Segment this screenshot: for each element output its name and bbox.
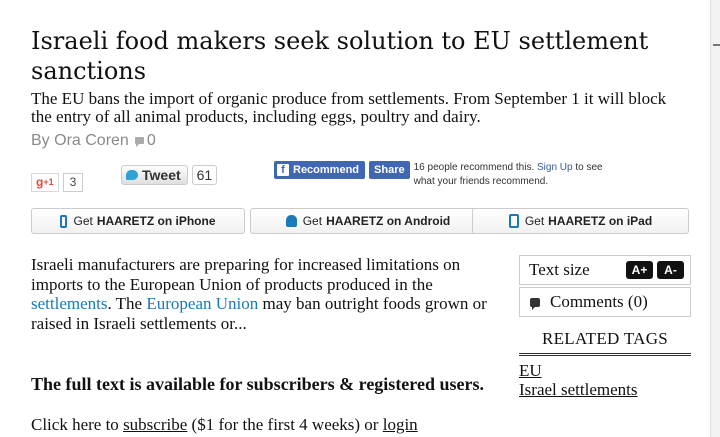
author[interactable]: By Ora Coren xyxy=(31,132,129,149)
increase-text-size-button[interactable]: A+ xyxy=(626,261,653,279)
tweet-button[interactable]: Tweet xyxy=(121,165,188,185)
login-link[interactable]: login xyxy=(383,415,418,434)
facebook-share-button[interactable]: Share xyxy=(369,161,410,179)
article-sidebar: Text size A+ A- Comments (0) RELATED TAGS… xyxy=(519,255,691,399)
google-plus-count: 3 xyxy=(62,173,84,192)
tag-link-eu[interactable]: EU xyxy=(519,361,691,380)
european-union-link[interactable]: European Union xyxy=(146,294,258,313)
comment-count[interactable]: 0 xyxy=(147,132,156,149)
ipad-icon xyxy=(508,214,519,228)
app-download-bar: Get HAARETZ on iPhone Get HAARETZ on Andro… xyxy=(31,208,691,234)
scrollbar[interactable] xyxy=(710,0,720,437)
google-plus-widget: g+1 3 xyxy=(31,173,84,192)
subscribe-prompt: Click here to subscribe ($1 for the firs… xyxy=(31,415,418,434)
scrollbar-marker xyxy=(713,44,720,46)
article-teaser: Israeli manufacturers are preparing for … xyxy=(31,255,487,333)
get-iphone-app-button[interactable]: Get HAARETZ on iPhone xyxy=(31,208,245,234)
byline: By Ora Coren 0 xyxy=(31,132,156,150)
tweet-widget: Tweet 61 xyxy=(121,165,218,185)
facebook-widget: f Recommend Share 16 people recommend thi… xyxy=(274,161,604,189)
facebook-icon: f xyxy=(277,164,289,176)
article-subhead: The EU bans the import of organic produc… xyxy=(31,89,667,126)
get-android-app-button[interactable]: Get HAARETZ on Android xyxy=(250,208,486,234)
settlements-link[interactable]: settlements xyxy=(31,294,107,313)
paywall-notice: The full text is available for subscribe… xyxy=(31,374,484,394)
subscribe-link[interactable]: subscribe xyxy=(123,415,187,434)
google-plus-button[interactable]: g+1 xyxy=(31,173,59,192)
article-headline: Israeli food makers seek solution to EU … xyxy=(31,27,649,85)
comment-bubble-icon xyxy=(530,297,540,310)
comments-button[interactable]: Comments (0) xyxy=(519,287,691,317)
facebook-signup-link[interactable]: Sign Up xyxy=(537,162,573,173)
get-ipad-app-button[interactable]: Get HAARETZ on iPad xyxy=(472,208,689,234)
text-size-control: Text size A+ A- xyxy=(519,255,691,285)
comment-icon xyxy=(134,136,144,147)
tweet-count: 61 xyxy=(191,165,218,185)
facebook-social-text: 16 people recommend this. Sign Up to see… xyxy=(413,162,603,187)
tag-link-israel-settlements[interactable]: Israel settlements xyxy=(519,380,691,399)
decrease-text-size-button[interactable]: A- xyxy=(657,261,684,279)
android-icon xyxy=(285,215,297,227)
twitter-bird-icon xyxy=(126,170,138,180)
related-tags-heading: RELATED TAGS xyxy=(519,329,691,356)
iphone-icon xyxy=(60,214,68,228)
facebook-recommend-button[interactable]: f Recommend xyxy=(274,161,366,179)
text-size-label: Text size xyxy=(529,260,590,279)
